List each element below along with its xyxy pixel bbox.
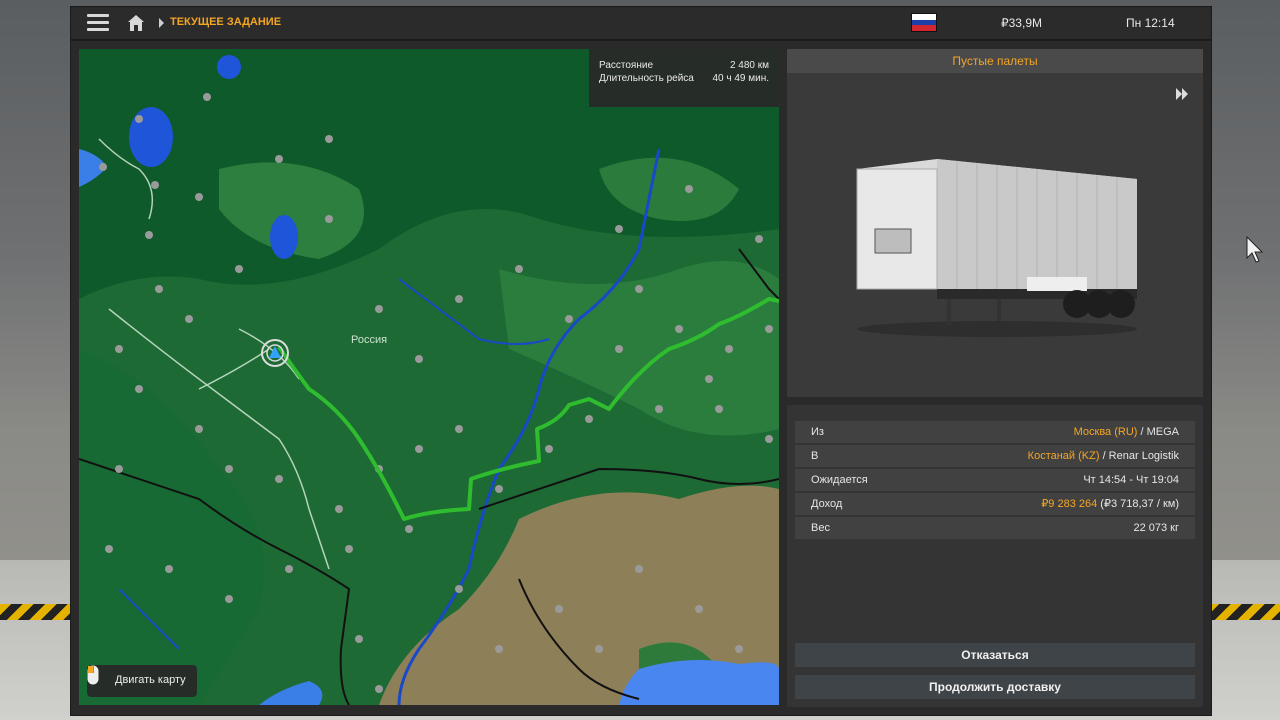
cargo-panel: Пустые палеты — [787, 49, 1203, 397]
distance-label: Расстояние — [599, 60, 654, 71]
weight-row: Вес 22 073 кг — [795, 517, 1195, 539]
from-label: Из — [811, 426, 824, 438]
breadcrumb-current: ТЕКУЩЕЕ ЗАДАНИЕ — [170, 16, 282, 28]
from-value: Москва (RU) / MEGA — [1074, 421, 1179, 443]
breadcrumb-arrow-icon — [159, 18, 164, 28]
expected-value: Чт 14:54 - Чт 19:04 — [1083, 474, 1179, 486]
to-city: Костанай (KZ) — [1027, 450, 1100, 462]
top-bar: ТЕКУЩЕЕ ЗАДАНИЕ ₽33,9M Пн 12:14 — [70, 6, 1212, 40]
move-map-label: Двигать карту — [115, 674, 186, 686]
map-canvas: Россия — [79, 49, 779, 705]
expected-row: Ожидается Чт 14:54 - Чт 19:04 — [795, 469, 1195, 491]
continue-delivery-button[interactable]: Продолжить доставку — [795, 675, 1195, 699]
job-info-panel: Из Москва (RU) / MEGA В Костанай (KZ) / … — [787, 405, 1203, 707]
map-country-label: Россия — [351, 334, 387, 346]
mouse-icon — [87, 665, 99, 685]
to-row: В Костанай (KZ) / Renar Logistik — [795, 445, 1195, 467]
income-label: Доход — [811, 498, 843, 510]
income-rate: (₽3 718,37 / км) — [1097, 498, 1179, 510]
skip-forward-icon[interactable] — [1175, 87, 1189, 101]
expected-label: Ожидается — [811, 474, 868, 486]
weight-value: 22 073 кг — [1133, 522, 1179, 534]
mouse-cursor-icon — [1246, 236, 1264, 263]
from-city: Москва (RU) — [1073, 426, 1138, 438]
from-company: / MEGA — [1137, 426, 1179, 438]
game-clock: Пн 12:14 — [1126, 16, 1175, 30]
move-map-hint: Двигать карту — [87, 665, 197, 697]
to-value: Костанай (KZ) / Renar Logistik — [1028, 445, 1179, 467]
cargo-title: Пустые палеты — [787, 49, 1203, 73]
to-company: / Renar Logistik — [1099, 450, 1179, 462]
route-map[interactable]: Россия Расстояние 2 480 км Длительность … — [79, 49, 779, 705]
route-info-box: Расстояние 2 480 км Длительность рейса 4… — [589, 49, 779, 107]
job-window: Россия Расстояние 2 480 км Длительность … — [70, 40, 1212, 716]
income-amount: ₽9 283 264 — [1041, 498, 1098, 510]
duration-label: Длительность рейса — [599, 73, 694, 84]
duration-value: 40 ч 49 мин. — [712, 73, 769, 84]
hazard-stripe — [1208, 604, 1280, 620]
home-icon[interactable] — [127, 14, 145, 32]
from-row: Из Москва (RU) / MEGA — [795, 421, 1195, 443]
hamburger-menu-icon[interactable] — [87, 14, 109, 32]
to-label: В — [811, 450, 819, 462]
hazard-stripe — [0, 604, 72, 620]
decline-button[interactable]: Отказаться — [795, 643, 1195, 667]
distance-value: 2 480 км — [729, 60, 769, 71]
russia-flag-icon — [911, 13, 937, 32]
income-value: ₽9 283 264 (₽3 718,37 / км) — [1041, 493, 1179, 515]
income-row: Доход ₽9 283 264 (₽3 718,37 / км) — [795, 493, 1195, 515]
weight-label: Вес — [811, 522, 830, 534]
trailer-image — [856, 159, 1137, 337]
player-money: ₽33,9M — [1001, 16, 1042, 30]
